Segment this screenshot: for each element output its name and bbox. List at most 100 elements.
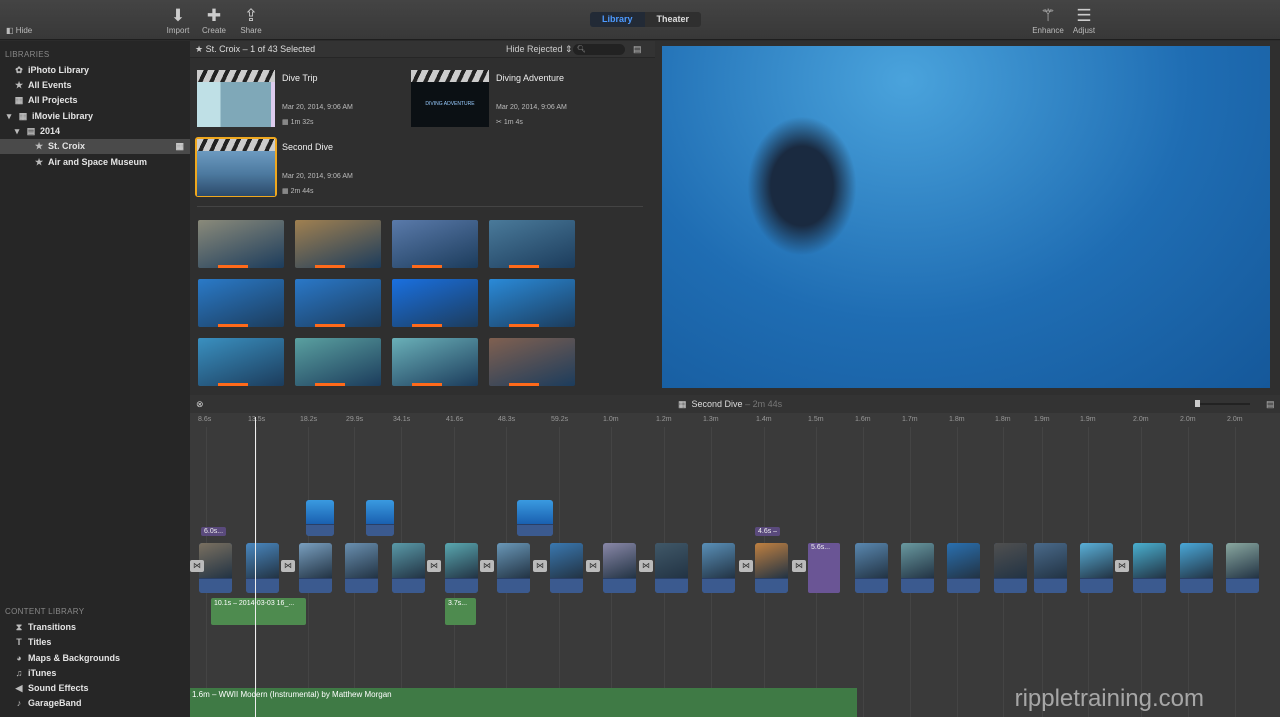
ruler-tick-label: 18.2s xyxy=(300,416,318,423)
event-clip-thumbnail[interactable] xyxy=(489,220,575,268)
event-clip-thumbnail[interactable] xyxy=(198,220,284,268)
iphoto-icon: ✿ xyxy=(15,65,23,75)
event-clip-thumbnail[interactable] xyxy=(295,338,381,386)
playhead[interactable] xyxy=(255,417,256,717)
video-preview[interactable] xyxy=(662,46,1270,388)
event-clip-thumbnail[interactable] xyxy=(392,220,478,268)
sidebar-item-all-projects[interactable]: ▦ All Projects xyxy=(0,93,190,108)
transition-icon[interactable]: ⋈ xyxy=(739,560,753,572)
transition-icon[interactable]: ⋈ xyxy=(792,560,806,572)
hide-sidebar-button[interactable]: ◧ Hide xyxy=(6,26,32,35)
audio-clip[interactable]: 10.1s – 2014-03-03 16_... xyxy=(211,598,306,625)
video-clip[interactable] xyxy=(655,543,688,593)
cutaway-clip[interactable] xyxy=(306,500,334,536)
video-clip[interactable] xyxy=(1080,543,1113,593)
clip-thumbnail xyxy=(994,543,1027,578)
video-clip[interactable] xyxy=(702,543,735,593)
sidebar-item-garageband[interactable]: ♪ GarageBand xyxy=(0,696,190,711)
sidebar-item-st-croix[interactable]: ★ St. Croix ▦ xyxy=(0,139,190,154)
share-button[interactable]: ⇪ Share xyxy=(231,6,271,35)
sidebar-item-maps[interactable]: ◕ Maps & Backgrounds xyxy=(0,651,190,666)
video-clip[interactable] xyxy=(445,543,478,593)
close-icon[interactable]: ⊗ xyxy=(196,395,204,413)
transition-icon[interactable]: ⋈ xyxy=(639,560,653,572)
video-clip[interactable] xyxy=(603,543,636,593)
video-clip[interactable] xyxy=(299,543,332,593)
sidebar-item-2014[interactable]: ▾ ▤ 2014 xyxy=(0,124,190,139)
event-clip-thumbnail[interactable] xyxy=(198,338,284,386)
transition-icon[interactable]: ⋈ xyxy=(190,560,204,572)
sidebar-item-titles[interactable]: T Titles xyxy=(0,635,190,650)
transition-icon[interactable]: ⋈ xyxy=(533,560,547,572)
filmstrip-settings-icon[interactable]: ▤ xyxy=(633,41,642,58)
ruler-tick-label: 1.7m xyxy=(902,416,918,423)
transition-icon[interactable]: ⋈ xyxy=(281,560,295,572)
event-clip-thumbnail[interactable] xyxy=(489,338,575,386)
item-label: 2014 xyxy=(40,126,61,136)
event-clip-thumbnail[interactable] xyxy=(295,279,381,327)
enhance-button[interactable]: ⚚ Enhance xyxy=(1028,6,1068,35)
video-clip[interactable] xyxy=(755,543,788,593)
video-clip[interactable] xyxy=(1180,543,1213,593)
video-clip[interactable] xyxy=(345,543,378,593)
transition-icon[interactable]: ⋈ xyxy=(586,560,600,572)
clip-waveform xyxy=(1034,578,1067,593)
audio-clip[interactable]: 3.7s... xyxy=(445,598,476,625)
video-clip[interactable] xyxy=(246,543,279,593)
clip-thumbnail xyxy=(246,543,279,578)
sidebar-item-all-events[interactable]: ★ All Events xyxy=(0,78,190,93)
sidebar-item-imovie-library[interactable]: ▾ ▦ iMovie Library xyxy=(0,109,190,124)
ruler-tick-label: 1.2m xyxy=(656,416,672,423)
sidebar-item-air-and-space[interactable]: ★ Air and Space Museum xyxy=(0,155,190,170)
cutaway-clip[interactable] xyxy=(366,500,394,536)
transition-icon[interactable]: ⋈ xyxy=(427,560,441,572)
video-clip[interactable] xyxy=(1034,543,1067,593)
video-clip[interactable] xyxy=(392,543,425,593)
project-dive-trip[interactable]: Dive Trip Mar 20, 2014, 9:06 AM ▦ 1m 32s xyxy=(197,70,407,130)
sidebar: LIBRARIES ✿ iPhoto Library ★ All Events ▦ A… xyxy=(0,41,190,717)
event-clip-thumbnail[interactable] xyxy=(392,279,478,327)
cutaway-clip[interactable] xyxy=(517,500,553,536)
tab-theater[interactable]: Theater xyxy=(644,12,702,27)
disclosure-triangle-icon[interactable]: ▾ xyxy=(4,109,14,124)
item-label: iPhoto Library xyxy=(28,65,90,75)
video-clip[interactable] xyxy=(497,543,530,593)
transition-icon[interactable]: ⋈ xyxy=(1115,560,1129,572)
disclosure-triangle-icon[interactable]: ▾ xyxy=(12,124,22,139)
sidebar-item-sound-effects[interactable]: ◀ Sound Effects xyxy=(0,681,190,696)
timeline-settings-icon[interactable]: ▤ xyxy=(1266,395,1275,413)
create-button[interactable]: ✚ Create xyxy=(194,6,234,35)
clip-waveform xyxy=(345,578,378,593)
project-second-dive[interactable]: Second Dive Mar 20, 2014, 9:06 AM ▦ 2m 4… xyxy=(195,137,407,199)
item-label: iMovie Library xyxy=(32,111,94,121)
event-clip-thumbnail[interactable] xyxy=(392,338,478,386)
item-label: Titles xyxy=(28,637,52,647)
clip-waveform xyxy=(366,524,394,536)
filter-label: Hide Rejected xyxy=(506,44,563,54)
clip-waveform xyxy=(1180,578,1213,593)
project-diving-adventure[interactable]: DIVING ADVENTURE Diving Adventure Mar 20… xyxy=(411,70,621,130)
sidebar-item-transitions[interactable]: ⧗ Transitions xyxy=(0,620,190,635)
zoom-slider[interactable] xyxy=(1195,400,1250,407)
adjust-button[interactable]: ☰ Adjust xyxy=(1064,6,1104,35)
video-clip[interactable] xyxy=(550,543,583,593)
hide-rejected-select[interactable]: Hide Rejected ⇕ xyxy=(506,41,573,58)
event-clip-thumbnail[interactable] xyxy=(489,279,575,327)
transition-icon[interactable]: ⋈ xyxy=(480,560,494,572)
video-clip[interactable] xyxy=(1226,543,1259,593)
event-clip-thumbnail[interactable] xyxy=(198,279,284,327)
video-clip[interactable] xyxy=(855,543,888,593)
title-clip[interactable]: 5.6s... xyxy=(808,543,840,593)
video-clip[interactable] xyxy=(947,543,980,593)
video-clip[interactable] xyxy=(1133,543,1166,593)
video-clip[interactable] xyxy=(994,543,1027,593)
event-clip-thumbnail[interactable] xyxy=(295,220,381,268)
sidebar-item-itunes[interactable]: ♫ iTunes xyxy=(0,666,190,681)
tab-library[interactable]: Library xyxy=(590,12,645,27)
import-button[interactable]: ⬇ Import xyxy=(158,6,198,35)
sidebar-item-iphoto[interactable]: ✿ iPhoto Library xyxy=(0,63,190,78)
search-input[interactable]: 🔍︎ xyxy=(573,44,625,55)
music-track[interactable]: 1.6m – WWII Modern (Instrumental) by Mat… xyxy=(190,688,857,717)
slider-knob[interactable] xyxy=(1195,400,1200,407)
video-clip[interactable] xyxy=(901,543,934,593)
